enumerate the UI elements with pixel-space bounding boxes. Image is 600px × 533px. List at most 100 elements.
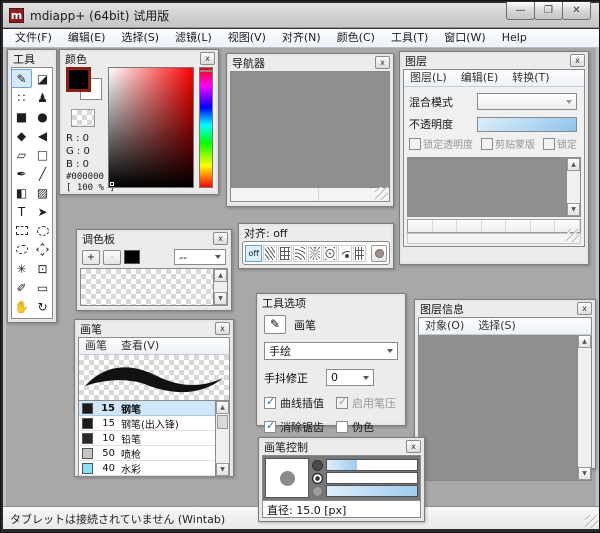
ruler-tool[interactable]: ▭ — [32, 278, 53, 297]
foreground-color-swatch[interactable] — [66, 67, 91, 92]
navigator-resize-grip[interactable] — [375, 187, 388, 200]
brush-item-5[interactable]: 40水彩 — [79, 461, 229, 476]
layer-info-panel-title[interactable]: 图层信息 x — [418, 303, 592, 317]
layer-info-panel-close-icon[interactable]: x — [577, 302, 592, 315]
menubar-item-7[interactable]: 颜色(C) — [329, 29, 383, 47]
brush-scrollbar[interactable]: ▲ ▼ — [215, 401, 229, 476]
navigator-panel-close-icon[interactable]: x — [375, 56, 390, 69]
layers-panel-title[interactable]: 图层 x — [403, 55, 585, 69]
eraser-tool[interactable]: ◪ — [32, 69, 53, 88]
menubar-item-3[interactable]: 选择(S) — [113, 29, 167, 47]
slider-track[interactable] — [326, 472, 418, 484]
saturation-value-picker[interactable] — [108, 67, 194, 188]
close-button[interactable]: ✕ — [562, 2, 591, 20]
color-panel-title[interactable]: 颜色 x — [63, 53, 215, 67]
layers-checkbox-1[interactable]: 锁定透明度 — [409, 136, 473, 151]
gradient-tool[interactable]: ▨ — [32, 183, 53, 202]
layer-info-menu-item-1[interactable]: 对象(O) — [425, 319, 464, 333]
navigator-panel-title[interactable]: 导航器 x — [230, 57, 390, 71]
minimize-button[interactable]: — — [506, 2, 535, 20]
layer-action-button-2[interactable] — [433, 220, 458, 232]
brush-control-slider-1[interactable] — [312, 459, 418, 471]
select-lasso-tool[interactable] — [11, 240, 32, 259]
layer-action-button-6[interactable] — [531, 220, 556, 232]
scroll-up-icon[interactable]: ▲ — [567, 158, 580, 171]
layers-scrollbar[interactable]: ▲ ▼ — [566, 158, 580, 216]
layer-info-scrollbar[interactable]: ▲ ▼ — [577, 335, 591, 480]
snap-perspective-mesh-button[interactable] — [353, 245, 367, 262]
slider-track[interactable] — [326, 485, 418, 497]
brush-control-panel-title[interactable]: 画笔控制 x — [262, 441, 421, 455]
layers-list[interactable]: ▲ ▼ — [407, 157, 581, 217]
layer-action-button-1[interactable] — [408, 220, 433, 232]
palette-add-button[interactable]: + — [82, 250, 100, 265]
scroll-up-icon[interactable]: ▲ — [216, 401, 229, 414]
move-tool[interactable]: ➤ — [32, 202, 53, 221]
brush-menu-item-1[interactable]: 画笔 — [85, 339, 107, 353]
snap-parallel-lines-button[interactable] — [263, 245, 277, 262]
brush-item-4[interactable]: 50喷枪 — [79, 446, 229, 461]
scroll-down-icon[interactable]: ▼ — [578, 467, 591, 480]
layer-action-button-3[interactable] — [457, 220, 482, 232]
select-polygon-tool[interactable] — [32, 240, 53, 259]
fill-rect-tool[interactable]: ■ — [11, 107, 32, 126]
bucket-tool[interactable]: ◧ — [11, 183, 32, 202]
scroll-down-icon[interactable]: ▼ — [214, 292, 227, 305]
scroll-up-icon[interactable]: ▲ — [214, 269, 227, 282]
snap-radial-lines-button[interactable] — [308, 245, 322, 262]
layers-checkbox-2[interactable]: 剪贴蒙版 — [481, 136, 535, 151]
eyedropper-tool[interactable]: ✐ — [11, 278, 32, 297]
fill-ellipse-tool[interactable]: ● — [32, 107, 53, 126]
pen-tool[interactable]: ✎ — [11, 69, 32, 88]
scroll-down-icon[interactable]: ▼ — [567, 203, 580, 216]
select-rect-tool[interactable] — [11, 221, 32, 240]
layers-panel-close-icon[interactable]: x — [570, 54, 585, 67]
layer-info-list[interactable]: ▲ ▼ — [418, 335, 592, 481]
layer-action-button-4[interactable] — [482, 220, 507, 232]
hue-slider[interactable] — [199, 67, 213, 188]
menubar-item-8[interactable]: 工具(T) — [383, 29, 436, 47]
brush-control-panel-close-icon[interactable]: x — [406, 440, 421, 453]
menubar-item-5[interactable]: 视图(V) — [220, 29, 274, 47]
opacity-slider[interactable] — [477, 117, 577, 132]
menubar-item-4[interactable]: 滤镜(L) — [167, 29, 220, 47]
navigator-preview[interactable] — [230, 71, 390, 188]
maximize-button[interactable]: ❐ — [534, 2, 563, 20]
rotate-tool[interactable]: ↻ — [32, 297, 53, 316]
palette-group-select[interactable]: -- — [174, 249, 226, 265]
layers-menu-item-3[interactable]: 转换(T) — [512, 71, 549, 85]
brush-menu-item-2[interactable]: 查看(V) — [121, 339, 159, 353]
snap-off-button[interactable]: off — [245, 245, 262, 262]
brush-control-slider-2[interactable] — [312, 472, 418, 484]
palette-remove-button[interactable]: - — [103, 250, 121, 265]
layers-resize-grip[interactable] — [566, 229, 579, 242]
transparent-color-swatch[interactable] — [71, 109, 95, 127]
tool-option-checkbox-2[interactable]: 启用笔压 — [336, 395, 398, 411]
tool-option-checkbox-4[interactable]: 伪色 — [336, 419, 398, 435]
palette-scrollbar[interactable]: ▲ ▼ — [213, 269, 227, 305]
menubar-item-9[interactable]: 窗口(W) — [436, 29, 493, 47]
current-tool-button[interactable]: ✎ — [264, 315, 286, 334]
menubar-item-2[interactable]: 编辑(E) — [60, 29, 114, 47]
rect-tool[interactable]: □ — [32, 145, 53, 164]
line-tool[interactable]: ╱ — [32, 164, 53, 183]
slider-track[interactable] — [326, 459, 418, 471]
polygon-tool[interactable]: ▱ — [11, 145, 32, 164]
layer-action-button-5[interactable] — [506, 220, 531, 232]
tool-option-checkbox-3[interactable]: 消除锯齿 — [264, 419, 336, 435]
brush-item-3[interactable]: 10铅笔 — [79, 431, 229, 446]
select-ellipse-tool[interactable] — [32, 221, 53, 240]
snap-perspective-curves-button[interactable] — [293, 245, 307, 262]
hand-tool[interactable]: ✋ — [11, 297, 32, 316]
brush-item-1[interactable]: 15钢笔 — [79, 401, 229, 416]
snap-ellipse-button[interactable] — [371, 245, 387, 262]
color-panel-close-icon[interactable]: x — [200, 52, 215, 65]
stamp-tool[interactable]: ♟ — [32, 88, 53, 107]
text-tool[interactable]: T — [11, 202, 32, 221]
fill-polygon-tool[interactable]: ◆ — [11, 126, 32, 145]
layers-menu-item-1[interactable]: 图层(L) — [410, 71, 447, 85]
menubar-item-1[interactable]: 文件(F) — [7, 29, 60, 47]
layers-menu-item-2[interactable]: 编辑(E) — [461, 71, 499, 85]
scroll-down-icon[interactable]: ▼ — [216, 463, 229, 476]
palette-panel-title[interactable]: 调色板 x — [80, 233, 228, 247]
